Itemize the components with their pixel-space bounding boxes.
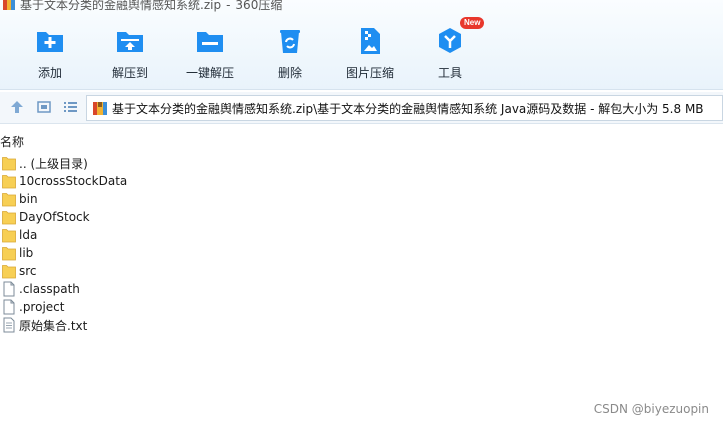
list-item-name: .classpath: [19, 282, 80, 296]
list-item[interactable]: .project: [2, 298, 302, 316]
list-item-name: DayOfStock: [19, 210, 90, 224]
archive-app-icon: [3, 0, 15, 10]
title-bar: 基于文本分类的金融舆情感知系统.zip -360压缩: [0, 0, 282, 12]
one-click-extract-button[interactable]: 一键解压: [175, 20, 245, 86]
image-compress-button[interactable]: 图片压缩: [335, 20, 405, 86]
add-button[interactable]: 添加: [15, 20, 85, 86]
list-item-name: 原始集合.txt: [19, 318, 88, 333]
recycle-bin-icon: [280, 30, 300, 53]
watermark: CSDN @biyezuopin: [593, 402, 709, 416]
toolbar: 添加 解压到 一键解压 删除 图片压缩 New 工具: [0, 17, 723, 86]
folder-icon: [2, 193, 16, 207]
list-item-name: bin: [19, 192, 38, 206]
folder-quick-extract-icon: [197, 32, 223, 52]
file-icon: [3, 281, 15, 297]
path-field[interactable]: 基于文本分类的金融舆情感知系统.zip\基于文本分类的金融舆情感知系统 Java…: [86, 95, 723, 121]
text-file-icon: [3, 317, 15, 333]
tools-button-label: 工具: [437, 66, 462, 80]
list-item-name: lda: [19, 228, 38, 242]
folder-extract-icon: [117, 32, 143, 52]
folder-icon: [2, 265, 16, 279]
folder-icon: [2, 157, 16, 171]
top-toolbar-area: 基于文本分类的金融舆情感知系统.zip -360压缩 添加 解压到 一键解压 删…: [0, 0, 723, 90]
folder-add-icon: [37, 32, 63, 52]
list-item[interactable]: lib: [2, 244, 302, 262]
folder-icon: [2, 211, 16, 225]
list-item[interactable]: bin: [2, 190, 302, 208]
delete-button-label: 删除: [277, 66, 302, 80]
add-button-label: 添加: [37, 66, 62, 80]
name-column-header[interactable]: 名称: [0, 133, 24, 150]
list-item-name: .project: [19, 300, 65, 314]
list-item[interactable]: .classpath: [2, 280, 302, 298]
file-icon: [3, 299, 15, 315]
extract-to-button-label: 解压到: [111, 66, 148, 80]
image-compress-button-label: 图片压缩: [345, 66, 394, 80]
folder-icon: [2, 229, 16, 243]
zip-archive-icon: [93, 102, 107, 115]
list-item[interactable]: DayOfStock: [2, 208, 302, 226]
image-compress-icon: [361, 28, 380, 54]
window-title-app: 360压缩: [235, 0, 283, 12]
window-title: 基于文本分类的金融舆情感知系统.zip -360压缩: [20, 0, 282, 13]
list-item-name: src: [19, 264, 37, 278]
thumbnail-view-icon[interactable]: [35, 98, 53, 116]
folder-icon: [2, 247, 16, 261]
up-arrow-icon[interactable]: [8, 98, 26, 116]
tools-button[interactable]: New 工具: [415, 17, 485, 86]
window-title-archive: 基于文本分类的金融舆情感知系统.zip: [20, 0, 222, 12]
new-badge: New: [460, 17, 485, 29]
folder-icon: [2, 175, 16, 189]
window-title-separator: -: [226, 0, 231, 12]
one-click-extract-button-label: 一键解压: [185, 66, 234, 80]
list-item[interactable]: lda: [2, 226, 302, 244]
list-item-name: lib: [19, 246, 34, 260]
path-text: 基于文本分类的金融舆情感知系统.zip\基于文本分类的金融舆情感知系统 Java…: [112, 101, 704, 116]
address-bar: 基于文本分类的金融舆情感知系统.zip\基于文本分类的金融舆情感知系统 Java…: [0, 92, 723, 124]
list-item[interactable]: 10crossStockData: [2, 172, 302, 190]
tools-icon: [439, 28, 461, 53]
list-item[interactable]: 原始集合.txt: [2, 316, 302, 334]
file-list: .. (上级目录) 10crossStockData bin DayOfStock ld…: [2, 154, 302, 334]
list-item[interactable]: src: [2, 262, 302, 280]
list-item[interactable]: .. (上级目录): [2, 154, 302, 172]
delete-button[interactable]: 删除: [255, 20, 325, 86]
extract-to-button[interactable]: 解压到: [95, 20, 165, 86]
list-item-name: 10crossStockData: [19, 174, 128, 188]
list-view-icon[interactable]: [61, 98, 79, 116]
list-item-name: .. (上级目录): [19, 156, 88, 171]
